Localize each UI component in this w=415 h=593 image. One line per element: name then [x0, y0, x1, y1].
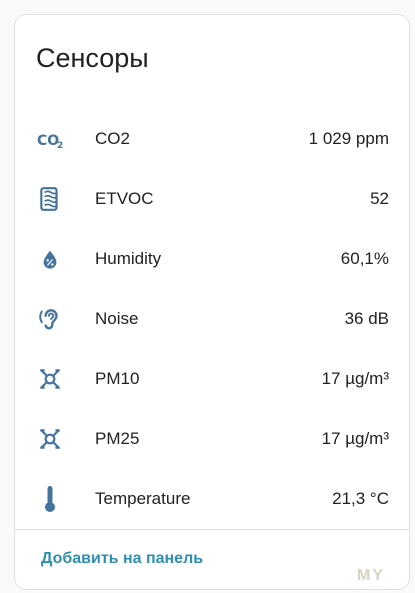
- entity-value: 21,3 °C: [332, 489, 389, 508]
- watermark: MY: [357, 567, 385, 584]
- card-divider: [15, 529, 409, 530]
- molecule-icon: [35, 364, 65, 394]
- entity-value: 1 029 ppm: [308, 129, 389, 148]
- entity-name: PM25: [95, 429, 140, 448]
- card-title: Сенсоры: [36, 43, 149, 73]
- entity-value: 52: [370, 189, 389, 208]
- entity-row-noise[interactable]: Noise 36 dB: [15, 289, 409, 349]
- entity-row-temperature[interactable]: Temperature 21,3 °C: [15, 469, 409, 529]
- entity-value: 60,1%: [340, 249, 389, 268]
- svg-text:CO: CO: [37, 133, 59, 149]
- add-to-panel-button[interactable]: Добавить на панель: [41, 550, 203, 568]
- entity-row-humidity[interactable]: Humidity 60,1%: [15, 229, 409, 289]
- entity-name: Humidity: [95, 249, 162, 268]
- entity-name: ETVOC: [95, 189, 154, 208]
- ear-hearing-icon: [35, 304, 65, 334]
- entity-row-etvoc[interactable]: ETVOC 52: [15, 169, 409, 229]
- air-filter-icon: [35, 184, 65, 214]
- entity-value: 36 dB: [344, 309, 389, 328]
- entity-row-pm10[interactable]: PM10 17 µg/m³: [15, 349, 409, 409]
- entity-value: 17 µg/m³: [321, 429, 389, 448]
- entity-name: CO2: [95, 129, 130, 148]
- entity-name: Noise: [95, 309, 139, 328]
- water-percent-icon: [35, 244, 65, 274]
- entity-name: PM10: [95, 369, 140, 388]
- sensor-card: Сенсоры CO 2 CO2 1 029 ppm ETVOC 52 Humi…: [14, 14, 410, 590]
- entity-row-pm25[interactable]: PM25 17 µg/m³: [15, 409, 409, 469]
- co2-icon: CO 2: [35, 124, 65, 154]
- entity-name: Temperature: [95, 489, 191, 508]
- entity-row-co2[interactable]: CO 2 CO2 1 029 ppm: [15, 109, 409, 169]
- thermometer-icon: [35, 484, 65, 514]
- svg-text:2: 2: [57, 141, 63, 150]
- molecule-icon: [35, 424, 65, 454]
- entity-value: 17 µg/m³: [321, 369, 389, 388]
